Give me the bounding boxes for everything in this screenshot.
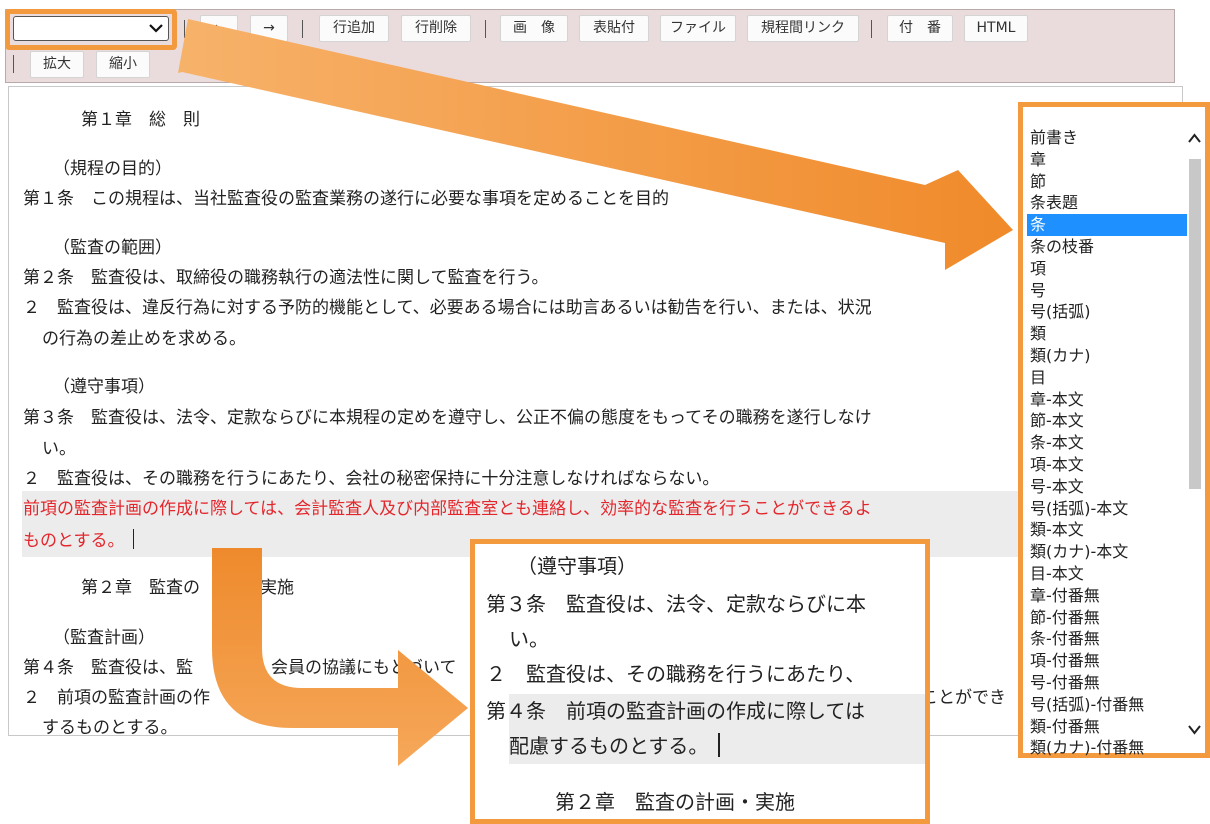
style-option[interactable]: 類 (1027, 323, 1187, 345)
chapter-heading: 第１章 総 則 (81, 110, 200, 130)
article-text: 第１条 この規程は、当社監査役の監査業務の遂行に必要な事項を定めることを目的 (23, 189, 669, 209)
toolbar-separator (13, 55, 14, 73)
article-text: い。 (42, 439, 76, 459)
style-option[interactable]: 号(括弧)-付番無 (1027, 694, 1187, 716)
zoom-article-title: （遵守事項） (517, 554, 637, 578)
style-option[interactable]: 号(括弧)-本文 (1027, 498, 1187, 520)
style-option[interactable]: 章-本文 (1027, 389, 1187, 411)
style-option[interactable]: 節-本文 (1027, 410, 1187, 432)
zoom-article-text: い。 (509, 627, 549, 651)
article-text: 第３条 監査役は、法令、定款ならびに本規程の定めを遵守し、公正不偏の態度をもって… (23, 408, 872, 428)
style-option[interactable]: 類-付番無 (1027, 716, 1187, 738)
numbering-button[interactable]: 付 番 (887, 15, 953, 42)
select-highlight-frame (5, 9, 177, 50)
style-option[interactable]: 類-本文 (1027, 519, 1187, 541)
article-text: 第２条 監査役は、取締役の職務執行の適法性に関して監査を行う。 (23, 268, 549, 288)
style-listbox[interactable]: 前書き章節条表題条条の枝番項号号(括弧) 類類(カナ) 目章-本文 節-本文 条-本文項… (1027, 127, 1187, 759)
article-title: （監査計画） (53, 628, 155, 648)
article-title: （遵守事項） (53, 377, 155, 397)
style-option[interactable]: 項-本文 (1027, 454, 1187, 476)
red-edited-text: 前項の監査計画の作成に際しては、会計監査人及び内部監査室とも連絡し、効率的な監査… (23, 499, 872, 519)
delete-row-button[interactable]: 行削除 (401, 15, 471, 42)
style-option[interactable]: 類(カナ)-付番無 (1027, 737, 1187, 759)
style-option[interactable]: 号(括弧) (1027, 301, 1187, 323)
red-edited-text-end: ものとする。 (23, 531, 125, 551)
zoom-text-caret (718, 733, 721, 757)
paragraph-text: するものとする。 (42, 718, 178, 736)
zoom-in-button[interactable]: 拡大 (30, 51, 84, 78)
style-option[interactable]: 類(カナ) (1027, 345, 1187, 367)
chapter-heading: 第２章 監査の (81, 578, 200, 598)
toolbar-separator (485, 20, 486, 38)
style-option[interactable]: 条表題 (1027, 192, 1187, 214)
zoom-article-text: 第３条 監査役は、法令、定款ならびに本 (486, 592, 866, 616)
style-option[interactable]: 節 (1027, 171, 1187, 193)
chapter-heading-tail: ・実施 (243, 578, 294, 598)
style-option[interactable]: 目-本文 (1027, 563, 1187, 585)
toolbar-separator (184, 20, 185, 38)
text-caret (132, 529, 134, 549)
scroll-thumb[interactable] (1189, 159, 1201, 489)
style-option[interactable]: 号-付番無 (1027, 672, 1187, 694)
paragraph-text: ２ 監査役は、その職務を行うにあたり、会社の秘密保持に十分注意しなければならない… (23, 469, 720, 489)
paragraph-text: ２ 監査役は、違反行為に対する予防的機能として、必要ある場合には助言あるいは勧告… (23, 298, 872, 318)
toolbar-separator (302, 20, 303, 38)
toolbar-separator (871, 20, 872, 38)
undo-button[interactable]: ← (200, 15, 238, 42)
scroll-down-icon[interactable] (1187, 723, 1202, 737)
zoom-red-text-end: 配慮するものとする。 (509, 734, 709, 758)
scroll-up-icon[interactable] (1187, 131, 1202, 145)
style-option[interactable]: 章 (1027, 149, 1187, 171)
zoom-red-text: 配慮するものとする。 (509, 733, 721, 759)
style-option[interactable]: 条 (1027, 214, 1187, 236)
list-scrollbar[interactable] (1187, 127, 1202, 739)
zoom-red-text: 第４条 前項の監査計画の作成に際しては (486, 699, 865, 723)
article-title: （監査の範囲） (53, 238, 172, 258)
style-option[interactable]: 章-付番無 (1027, 585, 1187, 607)
paste-table-button[interactable]: 表貼付 (579, 15, 649, 42)
html-button[interactable]: HTML (964, 15, 1028, 42)
redo-button[interactable]: → (250, 15, 288, 42)
zoom-chapter-heading: 第２章 監査の計画・実施 (555, 790, 795, 814)
article-title: （規程の目的） (53, 159, 172, 179)
zoom-out-button[interactable]: 縮小 (96, 51, 150, 78)
paragraph-text: の行為の差止めを求める。 (42, 329, 246, 349)
style-option[interactable]: 条-本文 (1027, 432, 1187, 454)
style-list-panel: 前書き章節条表題条条の枝番項号号(括弧) 類類(カナ) 目章-本文 節-本文 条-本文項… (1018, 102, 1210, 758)
style-option[interactable]: 条-付番無 (1027, 628, 1187, 650)
paragraph-text: ２ 前項の監査計画の作 (23, 688, 210, 708)
add-row-button[interactable]: 行追加 (319, 15, 389, 42)
article-text-tail: 会員の協議にもとづいて (271, 658, 457, 678)
style-option[interactable]: 項-付番無 (1027, 650, 1187, 672)
file-button[interactable]: ファイル (660, 15, 736, 42)
paragraph-text-tail: ことができ (921, 688, 1006, 708)
style-option[interactable]: 項 (1027, 258, 1187, 280)
style-option[interactable]: 類(カナ)-本文 (1027, 541, 1187, 563)
red-edited-text: ものとする。 (23, 529, 134, 552)
style-option[interactable]: 条の枝番 (1027, 236, 1187, 258)
style-option[interactable]: 前書き (1027, 127, 1187, 149)
style-option[interactable]: 目 (1027, 367, 1187, 389)
style-option[interactable]: 号-本文 (1027, 476, 1187, 498)
style-option[interactable]: 節-付番無 (1027, 607, 1187, 629)
regulation-link-button[interactable]: 規程間リンク (747, 15, 859, 42)
zoom-paragraph-text: ２ 監査役は、その職務を行うにあたり、 (486, 662, 866, 686)
zoom-callout: （遵守事項） 第３条 監査役は、法令、定款ならびに本 い。 ２ 監査役は、その職… (470, 539, 930, 824)
article-text: 第４条 監査役は、監 (23, 658, 193, 678)
style-option[interactable]: 号 (1027, 280, 1187, 302)
image-button[interactable]: 画 像 (500, 15, 568, 42)
